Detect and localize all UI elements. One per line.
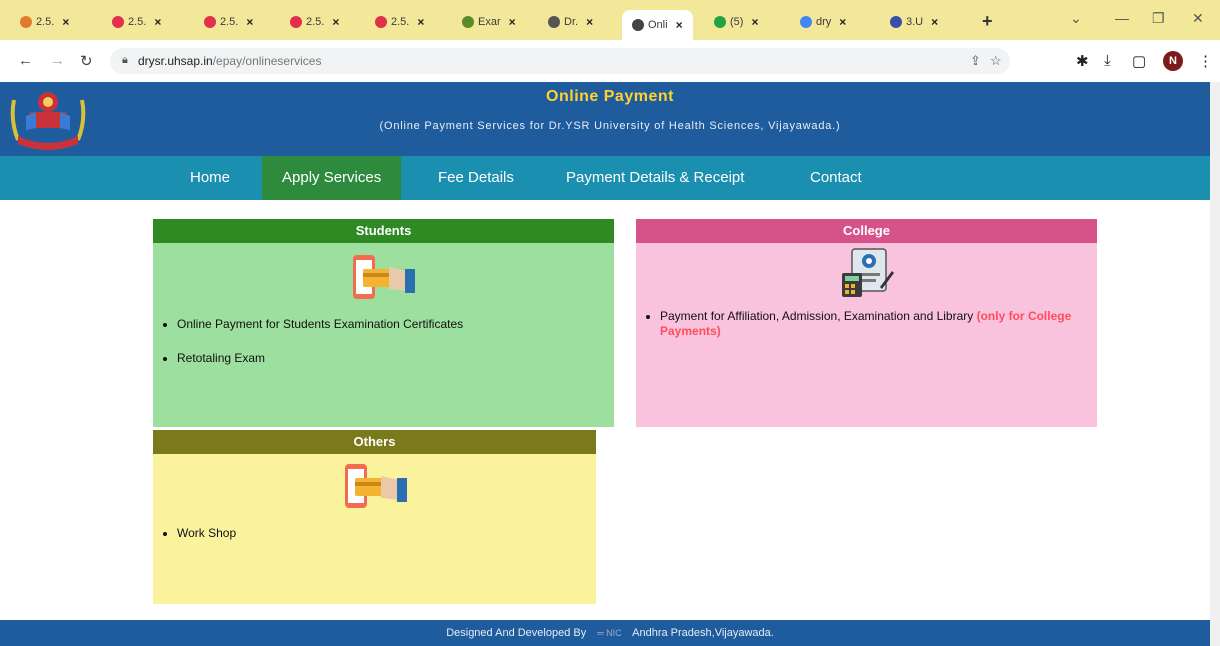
tab-label: (5) [730, 16, 744, 28]
globe-icon [632, 19, 644, 31]
address-toolbar: ← → ↻ 🔒︎ drysr.uhsap.in/epay/onlineservi… [0, 40, 1220, 83]
tab-favicon-icon [375, 16, 387, 28]
tab-favicon-icon [890, 16, 902, 28]
close-tab-icon[interactable]: × [332, 15, 339, 29]
browser-tab[interactable]: Exar × [462, 8, 516, 36]
others-list: Work Shop [153, 526, 236, 560]
extensions-icon[interactable]: ✱ [1076, 52, 1089, 70]
nav-fee-details[interactable]: Fee Details [438, 156, 514, 200]
close-tab-icon[interactable]: × [751, 15, 758, 29]
others-panel-title: Others [153, 430, 596, 454]
college-list: Payment for Affiliation, Admission, Exam… [636, 309, 1090, 359]
tab-favicon-icon [204, 16, 216, 28]
nav-home[interactable]: Home [190, 156, 230, 200]
browser-tab[interactable]: Dr. × [548, 8, 593, 36]
list-item[interactable]: Work Shop [177, 526, 236, 540]
nic-logo-icon: ═ NIC [597, 628, 622, 638]
globe-icon [548, 16, 560, 28]
tab-favicon-icon [462, 16, 474, 28]
nav-contact[interactable]: Contact [810, 156, 862, 200]
browser-tab[interactable]: dry × [800, 8, 846, 36]
share-icon[interactable]: ⇪ [970, 53, 981, 69]
close-tab-icon[interactable]: × [246, 15, 253, 29]
tab-label: Dr. [564, 16, 579, 28]
close-tab-icon[interactable]: × [417, 15, 424, 29]
lock-icon: 🔒︎ [122, 54, 128, 66]
reload-icon[interactable]: ↻ [80, 52, 93, 70]
browser-tab[interactable]: 2.5. × [204, 8, 253, 36]
bookmark-star-icon[interactable]: ☆ [990, 53, 1002, 69]
download-icon[interactable]: ⤓ [1104, 52, 1111, 69]
forward-icon[interactable]: → [50, 52, 65, 69]
browser-tab[interactable]: 3.U × [890, 8, 938, 36]
tab-label: Onli [648, 19, 668, 31]
list-item[interactable]: Payment for Affiliation, Admission, Exam… [660, 309, 1090, 339]
url-host: drysr.uhsap.in [138, 54, 213, 68]
page-title: Online Payment [546, 88, 674, 105]
close-tab-icon[interactable]: × [62, 15, 69, 29]
students-panel: Students Online Payment for Students Exa… [153, 219, 614, 427]
tab-label: 2.5. [36, 16, 55, 28]
footer-location: Andhra Pradesh,Vijayawada. [632, 627, 774, 639]
students-list: Online Payment for Students Examination … [153, 317, 463, 385]
close-tab-icon[interactable]: × [586, 15, 593, 29]
site-footer: Designed And Developed By ═ NIC Andhra P… [0, 620, 1220, 646]
close-tab-icon[interactable]: × [509, 15, 516, 29]
tab-label: 2.5. [220, 16, 239, 28]
close-window-icon[interactable]: ✕ [1192, 10, 1204, 27]
browser-tab[interactable]: 2.5. × [20, 8, 69, 36]
others-panel: Others Work Shop [153, 430, 596, 604]
address-bar[interactable]: 🔒︎ drysr.uhsap.in/epay/onlineservices ⇪ … [110, 48, 1010, 74]
tab-label: 2.5. [128, 16, 147, 28]
nav-payment-details-receipt[interactable]: Payment Details & Receipt [566, 156, 744, 200]
browser-tab[interactable]: 2.5. × [375, 8, 424, 36]
tab-favicon-icon [714, 16, 726, 28]
list-item-text: Payment for Affiliation, Admission, Exam… [660, 309, 977, 323]
card-payment-icon [345, 464, 407, 508]
tab-search-icon[interactable]: ⌄ [1070, 10, 1082, 27]
card-payment-icon [353, 255, 415, 299]
invoice-calculator-icon [842, 248, 894, 297]
list-item[interactable]: Retotaling Exam [177, 351, 463, 365]
students-panel-title: Students [153, 219, 614, 243]
tab-favicon-icon [20, 16, 32, 28]
restore-icon[interactable]: ❐ [1152, 10, 1165, 27]
college-panel-title: College [636, 219, 1097, 243]
site-header: Online Payment (Online Payment Services … [0, 82, 1220, 156]
college-panel: College Payment for Affiliation, Admissi… [636, 219, 1097, 427]
close-tab-icon[interactable]: × [676, 18, 683, 32]
tab-favicon-icon [290, 16, 302, 28]
browser-tab[interactable]: 2.5. × [290, 8, 339, 36]
url-path: /epay/onlineservices [212, 54, 322, 68]
browser-tab[interactable]: 2.5. × [112, 8, 161, 36]
main-nav: Home Apply Services Fee Details Payment … [0, 156, 1220, 200]
new-tab-icon[interactable]: + [982, 11, 993, 32]
page-subtitle: (Online Payment Services for Dr.YSR Univ… [379, 120, 841, 132]
google-icon [800, 16, 812, 28]
nav-apply-services[interactable]: Apply Services [262, 156, 402, 200]
list-item[interactable]: Online Payment for Students Examination … [177, 317, 463, 331]
close-tab-icon[interactable]: × [931, 15, 938, 29]
tab-label: 3.U [906, 16, 924, 28]
page-scrollbar[interactable] [1210, 82, 1220, 646]
avatar[interactable]: N [1163, 51, 1183, 71]
tab-label: Exar [478, 16, 501, 28]
browser-tab[interactable]: (5) × [714, 8, 758, 36]
minimize-icon[interactable]: — [1115, 10, 1129, 26]
tab-label: 2.5. [391, 16, 410, 28]
browser-tab-active[interactable]: Onli × [622, 10, 693, 40]
url-text: drysr.uhsap.in/epay/onlineservices [138, 54, 321, 68]
tab-label: 2.5. [306, 16, 325, 28]
close-tab-icon[interactable]: × [839, 15, 846, 29]
back-icon[interactable]: ← [18, 52, 33, 69]
menu-kebab-icon[interactable]: ⋮ [1198, 52, 1213, 70]
browser-tab-bar: 2.5. × 2.5. × 2.5. × 2.5. × 2.5. × Exar × Dr. ×… [0, 0, 1220, 40]
close-tab-icon[interactable]: × [154, 15, 161, 29]
tab-favicon-icon [112, 16, 124, 28]
side-panel-icon[interactable]: ▢ [1132, 52, 1146, 70]
footer-credit: Designed And Developed By [446, 627, 587, 639]
tab-label: dry [816, 16, 832, 28]
